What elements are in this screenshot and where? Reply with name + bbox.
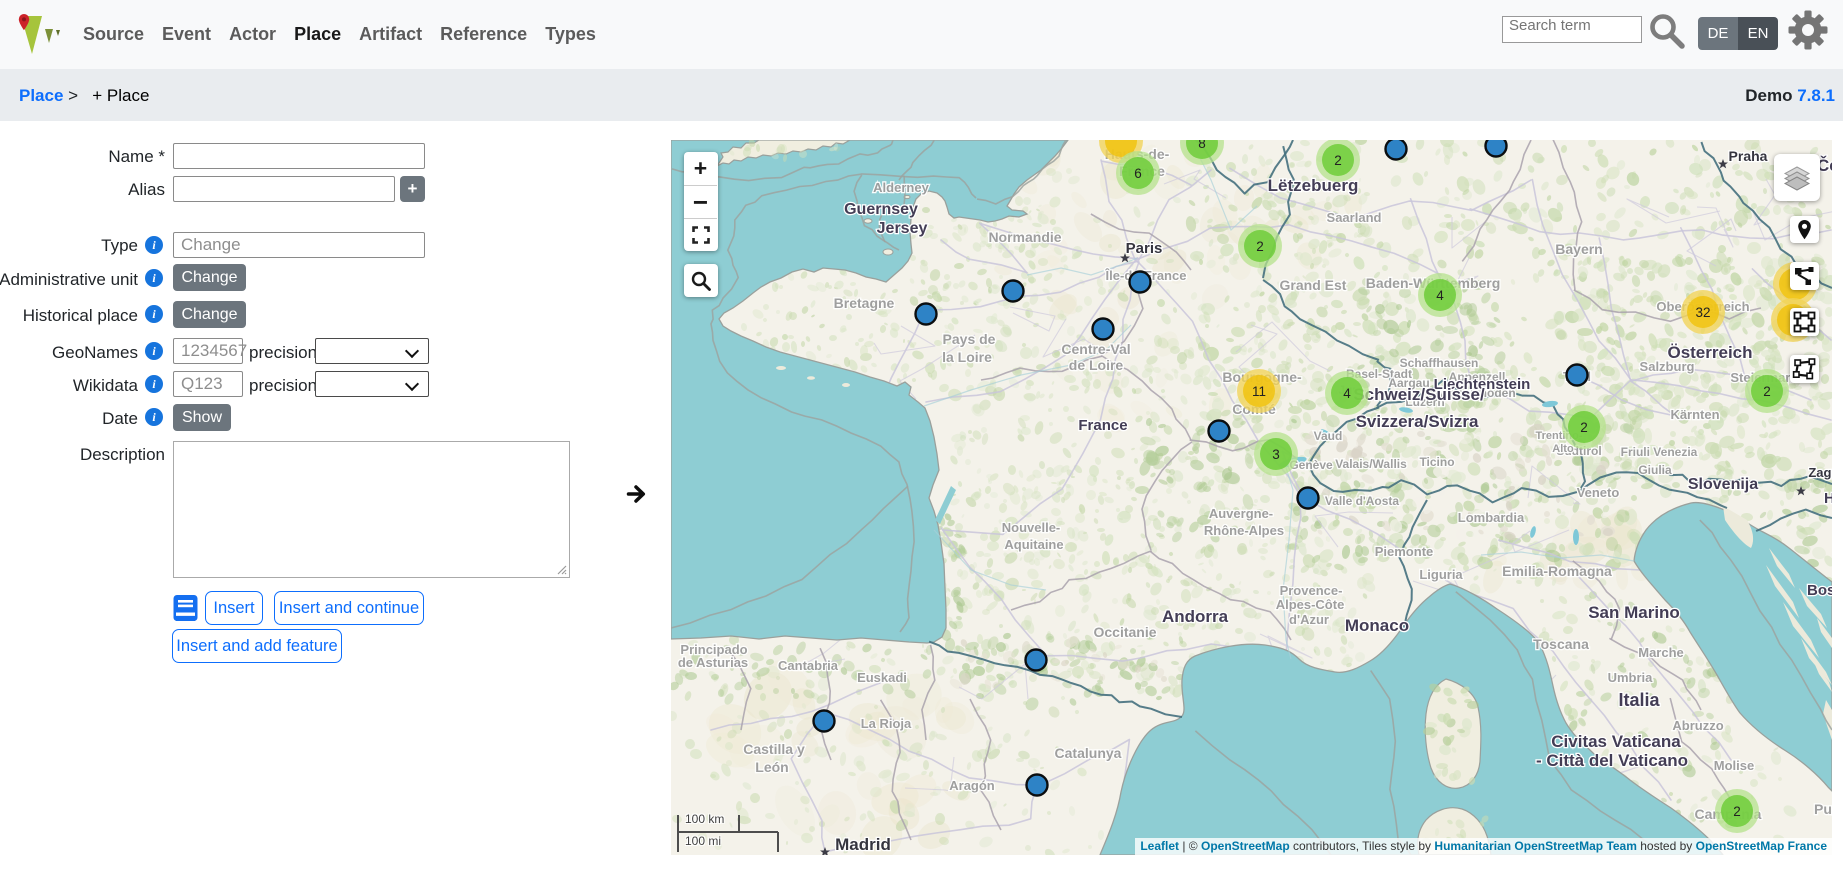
- svg-text:4: 4: [1343, 386, 1351, 401]
- svg-text:León: León: [755, 759, 788, 775]
- svg-text:Andorra: Andorra: [1162, 607, 1229, 626]
- svg-text:Alto: Alto: [1552, 443, 1574, 455]
- svg-text:Alderney: Alderney: [873, 180, 929, 195]
- svg-text:de Loire: de Loire: [1069, 357, 1124, 373]
- svg-text:Rhône-Alpes: Rhône-Alpes: [1204, 523, 1284, 538]
- svg-text:Puglia: Puglia: [1814, 801, 1832, 817]
- svg-text:Molise: Molise: [1714, 758, 1754, 773]
- svg-text:Monaco: Monaco: [1345, 616, 1409, 635]
- svg-text:Normandie: Normandie: [988, 229, 1061, 245]
- svg-text:Vaud: Vaud: [1314, 429, 1343, 443]
- svg-text:- Città del Vaticano: - Città del Vaticano: [1536, 751, 1688, 770]
- svg-text:Castilla y: Castilla y: [743, 741, 805, 757]
- svg-text:Paris: Paris: [1126, 240, 1163, 257]
- svg-text:6: 6: [1134, 166, 1142, 181]
- svg-text:Abruzzo: Abruzzo: [1672, 718, 1723, 733]
- svg-text:2: 2: [1334, 153, 1342, 168]
- svg-text:Cantabria: Cantabria: [778, 658, 839, 673]
- svg-text:2: 2: [1256, 239, 1264, 254]
- svg-text:Aragón: Aragón: [949, 778, 995, 793]
- svg-text:Auvergne-: Auvergne-: [1209, 506, 1273, 521]
- svg-text:Saarland: Saarland: [1327, 210, 1382, 225]
- svg-text:Bosna i: Bosna i: [1807, 582, 1832, 599]
- svg-text:Valais/Wallis: Valais/Wallis: [1335, 457, 1407, 471]
- svg-text:Giulia: Giulia: [1638, 463, 1672, 477]
- svg-text:Lombardia: Lombardia: [1458, 510, 1525, 525]
- svg-text:Catalunya: Catalunya: [1055, 745, 1122, 761]
- svg-text:32: 32: [1695, 305, 1710, 320]
- svg-text:Provence-: Provence-: [1280, 583, 1343, 598]
- svg-text:Alpes-Côte: Alpes-Côte: [1276, 597, 1345, 612]
- svg-text:de Asturias: de Asturias: [678, 655, 748, 670]
- svg-text:Bayern: Bayern: [1555, 241, 1602, 257]
- svg-text:Emilia-Romagna: Emilia-Romagna: [1502, 563, 1612, 579]
- svg-text:d'Azur: d'Azur: [1289, 612, 1329, 627]
- svg-text:France: France: [1078, 417, 1127, 434]
- svg-text:Liguria: Liguria: [1419, 567, 1463, 582]
- svg-text:3: 3: [1272, 447, 1280, 462]
- svg-text:2: 2: [1580, 420, 1588, 435]
- svg-text:Occitanie: Occitanie: [1093, 624, 1156, 640]
- svg-text:Schaffhausen: Schaffhausen: [1400, 356, 1479, 370]
- svg-text:2: 2: [1733, 804, 1741, 819]
- svg-text:Svizzera/Svizra: Svizzera/Svizra: [1356, 412, 1479, 431]
- svg-text:Piemonte: Piemonte: [1375, 544, 1434, 559]
- svg-text:Jersey: Jersey: [877, 220, 928, 237]
- svg-text:Ticino: Ticino: [1419, 455, 1454, 469]
- svg-text:Veneto: Veneto: [1577, 485, 1620, 500]
- svg-text:Schweiz/Suisse/: Schweiz/Suisse/: [1353, 385, 1485, 404]
- svg-text:Madrid: Madrid: [835, 835, 891, 854]
- svg-text:Friuli Venezia: Friuli Venezia: [1621, 445, 1698, 459]
- svg-text:Euskadi: Euskadi: [857, 670, 907, 685]
- svg-text:Marche: Marche: [1638, 645, 1684, 660]
- svg-text:La Rioja: La Rioja: [861, 716, 912, 731]
- svg-text:San Marino: San Marino: [1588, 603, 1680, 622]
- svg-text:Slovenija: Slovenija: [1688, 476, 1758, 493]
- svg-text:Nouvelle-: Nouvelle-: [1002, 520, 1061, 535]
- svg-text:Aquitaine: Aquitaine: [1004, 537, 1063, 552]
- svg-text:8: 8: [1198, 140, 1206, 151]
- svg-text:la Loire: la Loire: [942, 349, 992, 365]
- svg-text:Umbria: Umbria: [1608, 670, 1654, 685]
- svg-text:2: 2: [1763, 384, 1771, 399]
- svg-text:Toscana: Toscana: [1533, 636, 1589, 652]
- svg-text:Valle d'Aosta: Valle d'Aosta: [1325, 494, 1400, 508]
- svg-text:Centre-Val: Centre-Val: [1061, 341, 1130, 357]
- svg-text:4: 4: [1436, 288, 1444, 303]
- svg-text:Guernsey: Guernsey: [844, 201, 918, 218]
- svg-text:Grand Est: Grand Est: [1280, 277, 1347, 293]
- svg-text:11: 11: [1252, 384, 1266, 399]
- svg-text:Kärnten: Kärnten: [1670, 407, 1719, 422]
- svg-text:Praha: Praha: [1729, 148, 1768, 164]
- svg-text:Pays de: Pays de: [943, 331, 996, 347]
- svg-text:Italia: Italia: [1618, 690, 1660, 710]
- svg-text:Zagreb: Zagreb: [1808, 465, 1832, 480]
- svg-text:Hrvatska: Hrvatska: [1824, 490, 1832, 507]
- svg-text:Bretagne: Bretagne: [834, 295, 895, 311]
- svg-text:Civitas Vaticana: Civitas Vaticana: [1551, 732, 1681, 751]
- svg-text:Österreich: Österreich: [1667, 343, 1752, 362]
